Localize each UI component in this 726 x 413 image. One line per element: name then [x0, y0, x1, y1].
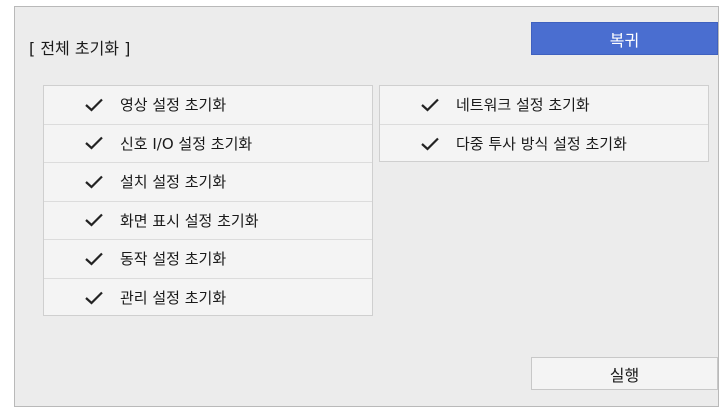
list-item-image-reset[interactable]: 영상 설정 초기화 — [44, 86, 372, 125]
dialog-title: [ 전체 초기화 ] — [29, 39, 131, 58]
list-item-label: 다중 투사 방식 설정 초기화 — [456, 135, 627, 154]
list-item-management-reset[interactable]: 관리 설정 초기화 — [44, 279, 372, 318]
check-icon — [84, 290, 104, 306]
check-icon — [84, 97, 104, 113]
check-icon — [84, 174, 104, 190]
list-item-label: 화면 표시 설정 초기화 — [120, 211, 259, 230]
list-item-label: 영상 설정 초기화 — [120, 96, 227, 115]
list-item-display-reset[interactable]: 화면 표시 설정 초기화 — [44, 202, 372, 240]
list-item-label: 설치 설정 초기화 — [120, 173, 227, 192]
list-item-network-reset[interactable]: 네트워크 설정 초기화 — [380, 86, 708, 125]
check-icon — [420, 136, 440, 152]
check-icon — [84, 135, 104, 151]
check-icon — [420, 97, 440, 113]
reset-options-list-left: 영상 설정 초기화 신호 I/O 설정 초기화 설치 설정 초기화 화면 표시 … — [43, 85, 373, 316]
list-item-multi-projection-reset[interactable]: 다중 투사 방식 설정 초기화 — [380, 125, 708, 164]
list-item-label: 신호 I/O 설정 초기화 — [120, 134, 253, 153]
reset-options-list-right: 네트워크 설정 초기화 다중 투사 방식 설정 초기화 — [379, 85, 709, 162]
check-icon — [84, 212, 104, 228]
list-item-operation-reset[interactable]: 동작 설정 초기화 — [44, 240, 372, 279]
restore-button[interactable]: 복귀 — [531, 22, 718, 55]
list-item-installation-reset[interactable]: 설치 설정 초기화 — [44, 163, 372, 202]
execute-button[interactable]: 실행 — [531, 357, 718, 390]
list-item-label: 관리 설정 초기화 — [120, 289, 227, 308]
reset-all-dialog: [ 전체 초기화 ] 복귀 영상 설정 초기화 신호 I/O 설정 초기화 설치… — [14, 6, 719, 407]
list-item-signal-io-reset[interactable]: 신호 I/O 설정 초기화 — [44, 125, 372, 163]
list-item-label: 네트워크 설정 초기화 — [456, 96, 590, 115]
check-icon — [84, 251, 104, 267]
list-item-label: 동작 설정 초기화 — [120, 250, 227, 269]
